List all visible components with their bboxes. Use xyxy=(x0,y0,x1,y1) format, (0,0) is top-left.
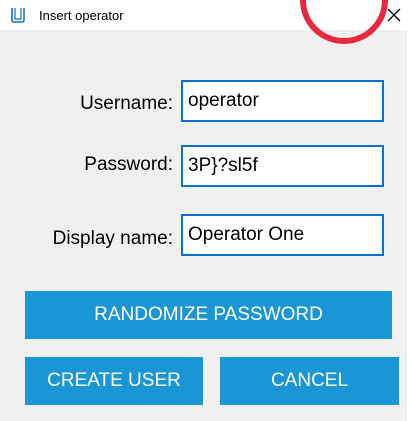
cancel-button[interactable]: CANCEL xyxy=(220,357,399,405)
display-name-label: Display name: xyxy=(52,228,173,249)
window-title: Insert operator xyxy=(39,8,124,23)
app-icon xyxy=(10,7,26,23)
create-user-button[interactable]: CREATE USER xyxy=(25,357,203,405)
password-label: Password: xyxy=(84,154,173,175)
close-button[interactable] xyxy=(381,3,407,27)
close-icon xyxy=(387,8,401,22)
window-edge xyxy=(407,30,413,421)
insert-operator-dialog: Insert operator Username: operator Passw… xyxy=(0,0,413,421)
username-label: Username: xyxy=(80,93,173,114)
display-name-input[interactable]: Operator One xyxy=(181,214,384,256)
username-input[interactable]: operator xyxy=(181,80,384,122)
randomize-password-button[interactable]: RANDOMIZE PASSWORD xyxy=(25,291,392,339)
password-input[interactable]: 3P}?sl5f xyxy=(181,145,384,187)
title-bar[interactable]: Insert operator xyxy=(0,0,413,30)
